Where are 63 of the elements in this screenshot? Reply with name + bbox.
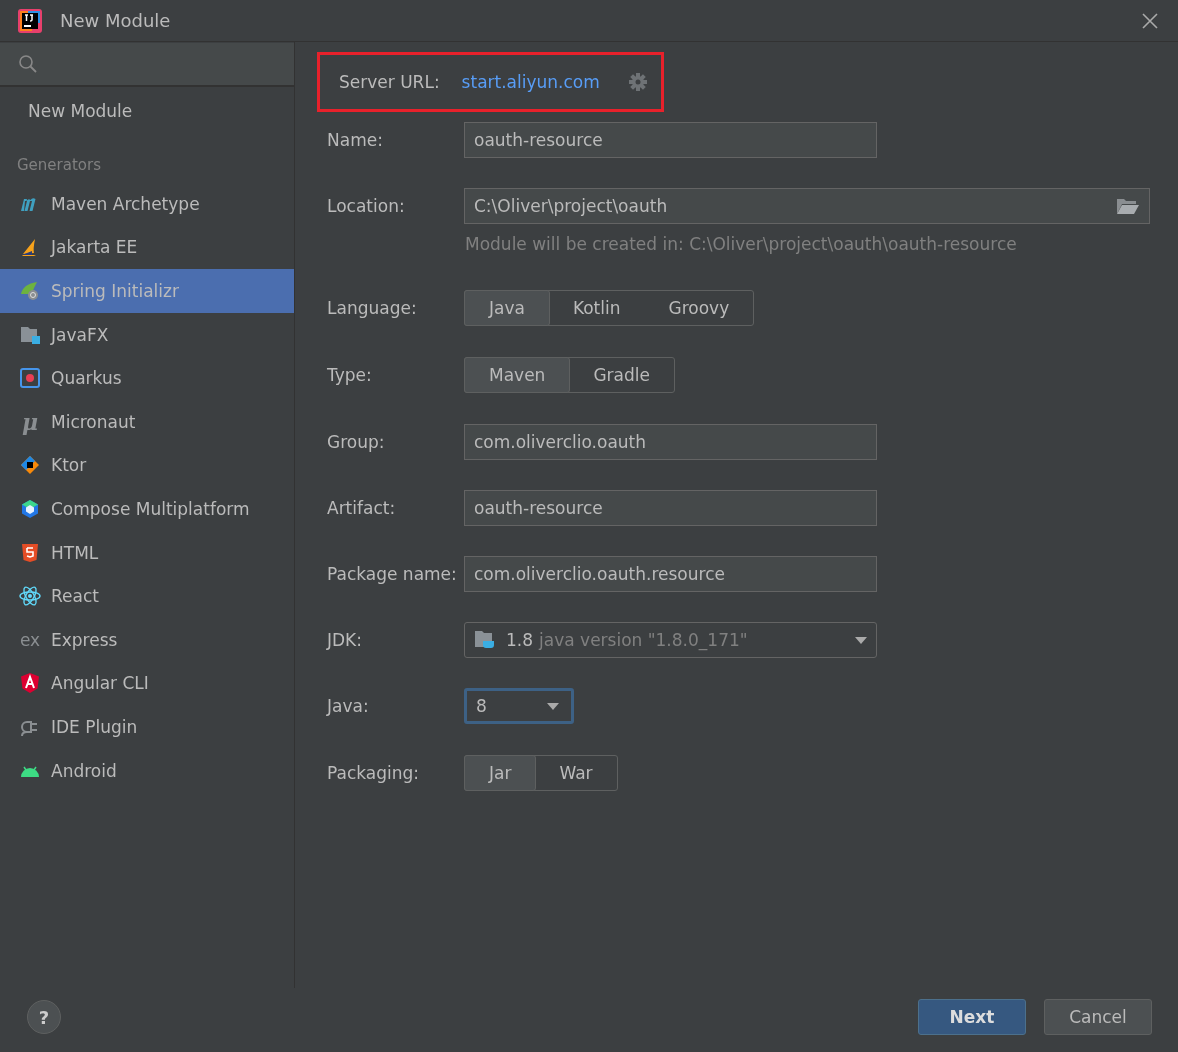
server-url-link[interactable]: start.aliyun.com bbox=[461, 72, 600, 92]
generator-icon bbox=[19, 497, 41, 520]
field-label: Type: bbox=[326, 364, 373, 387]
caret-icon bbox=[855, 636, 867, 644]
field-label: Location: bbox=[326, 195, 406, 218]
segment-button[interactable]: Kotlin bbox=[548, 291, 645, 325]
generator-icon bbox=[19, 585, 41, 608]
help-button[interactable]: ? bbox=[27, 1000, 61, 1034]
search-field[interactable] bbox=[0, 43, 294, 87]
generator-icon bbox=[19, 367, 41, 390]
path-field[interactable]: C:\Oliver\project\oauth bbox=[464, 188, 1150, 224]
sidebar-item[interactable]: HTML bbox=[0, 530, 294, 575]
sidebar-item[interactable]: IDE Plugin bbox=[0, 705, 294, 749]
sidebar-item[interactable]: New Module bbox=[0, 90, 161, 132]
field-label: Package name: bbox=[326, 563, 458, 586]
field-label: Group: bbox=[326, 431, 386, 454]
field-label: Name: bbox=[326, 129, 384, 152]
field-label: JDK: bbox=[325, 629, 363, 652]
folder-icon[interactable] bbox=[1116, 197, 1140, 215]
segment-button[interactable]: Java bbox=[464, 290, 550, 326]
sidebar-item[interactable]: Angular CLI bbox=[0, 661, 294, 706]
dialog-button[interactable]: Next bbox=[918, 999, 1026, 1035]
generator-icon bbox=[19, 454, 41, 477]
generator-icon bbox=[19, 280, 41, 302]
glyph-icon: ex bbox=[19, 629, 41, 650]
section-heading: Generators bbox=[16, 156, 102, 174]
sidebar-item[interactable]: Android bbox=[0, 748, 294, 793]
segment-button[interactable]: Maven bbox=[464, 357, 571, 393]
sidebar-item[interactable]: ex Express bbox=[0, 617, 294, 662]
generator-icon bbox=[19, 672, 41, 695]
sidebar-item[interactable]: Maven Archetype bbox=[0, 182, 294, 226]
text-field[interactable]: oauth-resource bbox=[464, 122, 877, 158]
sidebar-item[interactable]: μ Micronaut bbox=[0, 399, 294, 444]
sidebar-item[interactable]: Jakarta EE bbox=[0, 225, 294, 270]
sidebar-item[interactable]: Ktor bbox=[0, 443, 294, 488]
field-label: Artifact: bbox=[326, 497, 397, 520]
caret-icon bbox=[547, 702, 559, 710]
text-field[interactable]: com.oliverclio.oauth bbox=[464, 424, 877, 460]
dialog-button[interactable]: Cancel bbox=[1044, 999, 1152, 1035]
segment-button[interactable]: Groovy bbox=[644, 291, 754, 325]
text-field[interactable]: oauth-resource bbox=[464, 490, 877, 526]
sidebar-item[interactable]: Quarkus bbox=[0, 356, 294, 400]
dropdown[interactable]: 8 bbox=[464, 688, 574, 724]
segment-button[interactable]: Jar bbox=[464, 755, 537, 791]
sidebar-item[interactable]: React bbox=[0, 574, 294, 618]
field-label: Packaging: bbox=[326, 762, 421, 785]
hint-text: Module will be created in: C:\Oliver\project\oauth\oauth-resource bbox=[465, 234, 1018, 254]
field-label: Server URL: bbox=[338, 71, 440, 94]
field-label: Language: bbox=[326, 297, 418, 320]
glyph-icon: μ bbox=[19, 408, 41, 435]
text-field[interactable]: com.oliverclio.oauth.resource bbox=[464, 556, 877, 592]
sidebar-item[interactable]: JavaFX bbox=[0, 312, 294, 357]
sidebar-item[interactable]: Compose Multiplatform bbox=[0, 487, 294, 531]
search-icon bbox=[18, 54, 38, 74]
field-label: Java: bbox=[325, 695, 370, 718]
segment-button[interactable]: Gradle bbox=[569, 358, 674, 392]
close-icon[interactable] bbox=[1142, 12, 1158, 29]
jdk-dropdown[interactable]: 1.8 java version "1.8.0_171" bbox=[464, 622, 877, 658]
segment-button[interactable]: War bbox=[535, 756, 617, 790]
generator-icon bbox=[19, 541, 41, 564]
window-title: New Module bbox=[60, 10, 171, 31]
settings-icon[interactable] bbox=[627, 72, 648, 92]
app-logo-icon bbox=[18, 8, 42, 33]
